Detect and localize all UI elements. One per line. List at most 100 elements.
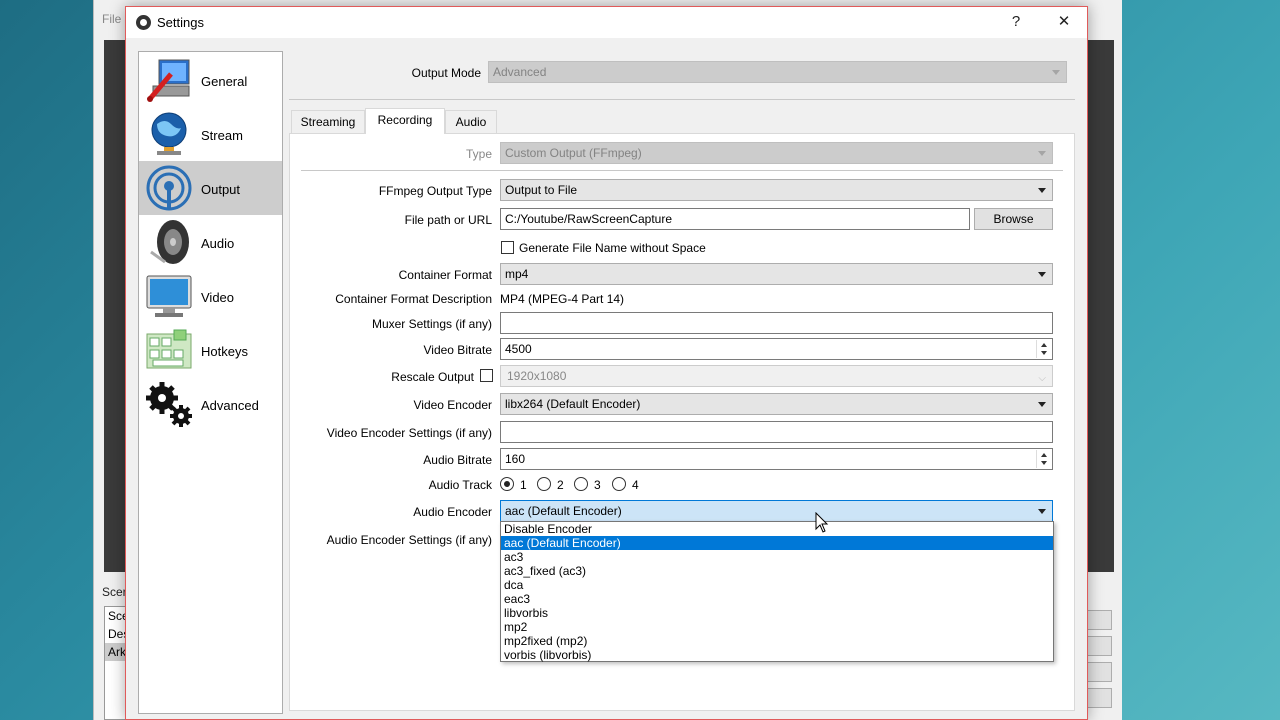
file-path-input[interactable]: C:/Youtube/RawScreenCapture	[500, 208, 970, 230]
side-button[interactable]	[1084, 636, 1112, 656]
help-button[interactable]: ?	[1001, 11, 1031, 33]
hotkeys-keyboard-icon	[146, 329, 192, 369]
output-mode-value: Advanced	[493, 65, 547, 79]
general-icon	[147, 59, 190, 102]
category-video[interactable]: Video	[139, 269, 282, 323]
stream-globe-icon	[151, 112, 187, 155]
rescale-output-checkbox[interactable]	[480, 369, 493, 382]
browse-button[interactable]: Browse	[974, 208, 1053, 230]
video-bitrate-input[interactable]: 4500	[500, 338, 1053, 360]
category-label: Output	[201, 182, 241, 197]
container-format-select[interactable]: mp4	[500, 263, 1053, 285]
dropdown-option-highlighted[interactable]: aac (Default Encoder)	[501, 536, 1053, 550]
close-button[interactable]: ✕	[1049, 11, 1079, 33]
audio-track-radio-1[interactable]	[500, 477, 514, 491]
category-label: Audio	[201, 236, 235, 251]
output-mode-label: Output Mode	[411, 66, 481, 80]
category-label: General	[201, 74, 248, 89]
chevron-down-icon	[1052, 70, 1060, 75]
audio-track-radio-2[interactable]	[537, 477, 551, 491]
ffmpeg-output-type-label: FFmpeg Output Type	[378, 184, 492, 198]
dropdown-option[interactable]: ac3_fixed (ac3)	[501, 564, 1053, 578]
audio-encoder-dropdown: Disable Encoder aac (Default Encoder) ac…	[500, 521, 1054, 662]
audio-speaker-icon	[150, 220, 189, 264]
obs-logo-icon	[136, 15, 151, 30]
video-encoder-value: libx264 (Default Encoder)	[505, 397, 641, 411]
menu-file[interactable]: File	[102, 12, 121, 26]
audio-track-option-label: 4	[632, 478, 639, 492]
dropdown-option[interactable]: ac3	[501, 550, 1053, 564]
rescale-output-select[interactable]: 1920x1080 ⌵	[500, 365, 1053, 387]
side-button[interactable]	[1084, 662, 1112, 682]
dropdown-option[interactable]: Disable Encoder	[501, 522, 1053, 536]
side-button[interactable]	[1084, 610, 1112, 630]
tab-streaming[interactable]: Streaming	[291, 110, 365, 133]
chevron-down-icon: ⌵	[1038, 373, 1046, 384]
container-format-value: mp4	[505, 267, 529, 281]
video-encoder-settings-input[interactable]	[500, 421, 1053, 443]
dropdown-option[interactable]: mp2fixed (mp2)	[501, 634, 1053, 648]
category-general[interactable]: General	[139, 53, 282, 107]
category-label: Stream	[201, 128, 243, 143]
generate-name-checkbox[interactable]	[501, 241, 514, 254]
audio-track-option-label: 2	[557, 478, 564, 492]
audio-bitrate-label: Audio Bitrate	[423, 453, 492, 467]
spinner-arrows-icon[interactable]	[1036, 450, 1051, 468]
chevron-down-icon	[1038, 272, 1046, 277]
side-button[interactable]	[1084, 688, 1112, 708]
settings-dialog: Settings ? ✕ General Stream Output Audio…	[125, 6, 1088, 720]
chevron-down-icon	[1038, 151, 1046, 156]
type-label: Type	[465, 147, 492, 161]
category-list: General Stream Output Audio Video Hotkey…	[138, 51, 283, 714]
tab-audio[interactable]: Audio	[445, 110, 497, 133]
dropdown-option[interactable]: vorbis (libvorbis)	[501, 648, 1053, 662]
rescale-output-label: Rescale Output	[391, 370, 474, 384]
muxer-settings-label: Muxer Settings (if any)	[371, 317, 492, 331]
audio-bitrate-input[interactable]: 160	[500, 448, 1053, 470]
video-encoder-settings-label: Video Encoder Settings (if any)	[326, 426, 492, 440]
category-stream[interactable]: Stream	[139, 107, 282, 161]
audio-track-radio-4[interactable]	[612, 477, 626, 491]
ffmpeg-output-type-value: Output to File	[505, 183, 578, 197]
divider	[301, 170, 1063, 171]
video-encoder-select[interactable]: libx264 (Default Encoder)	[500, 393, 1053, 415]
category-advanced[interactable]: Advanced	[139, 377, 282, 431]
mouse-cursor-icon	[815, 512, 829, 533]
category-label: Advanced	[201, 398, 259, 413]
chevron-down-icon	[1038, 509, 1046, 514]
category-label: Video	[201, 290, 235, 305]
divider	[289, 99, 1075, 100]
dropdown-option[interactable]: mp2	[501, 620, 1053, 634]
title-bar: Settings ? ✕	[126, 7, 1087, 38]
category-hotkeys[interactable]: Hotkeys	[139, 323, 282, 377]
category-audio[interactable]: Audio	[139, 215, 282, 269]
audio-track-radio-3[interactable]	[574, 477, 588, 491]
tab-recording[interactable]: Recording	[365, 108, 445, 134]
audio-bitrate-value: 160	[505, 452, 526, 466]
output-broadcast-icon	[146, 165, 192, 211]
ffmpeg-output-type-select[interactable]: Output to File	[500, 179, 1053, 201]
muxer-settings-input[interactable]	[500, 312, 1053, 334]
container-desc-value: MP4 (MPEG-4 Part 14)	[500, 292, 625, 306]
video-bitrate-label: Video Bitrate	[423, 343, 493, 357]
audio-track-option-label: 1	[520, 478, 527, 492]
container-format-label: Container Format	[398, 268, 492, 282]
output-mode-select[interactable]: Advanced	[488, 61, 1067, 83]
video-encoder-label: Video Encoder	[413, 398, 492, 412]
type-select[interactable]: Custom Output (FFmpeg)	[500, 142, 1053, 164]
dropdown-option[interactable]: dca	[501, 578, 1053, 592]
dialog-title: Settings	[157, 15, 204, 30]
file-path-label: File path or URL	[404, 213, 492, 227]
spinner-arrows-icon[interactable]	[1036, 340, 1051, 358]
audio-encoder-select[interactable]: aac (Default Encoder)	[500, 500, 1053, 522]
category-label: Hotkeys	[201, 344, 248, 359]
dropdown-option[interactable]: libvorbis	[501, 606, 1053, 620]
generate-name-label: Generate File Name without Space	[519, 241, 706, 255]
rescale-output-value: 1920x1080	[507, 369, 567, 383]
category-output[interactable]: Output	[139, 161, 282, 215]
audio-track-label: Audio Track	[428, 478, 492, 492]
video-monitor-icon	[146, 275, 192, 317]
chevron-down-icon	[1038, 188, 1046, 193]
audio-encoder-settings-label: Audio Encoder Settings (if any)	[326, 533, 492, 547]
dropdown-option[interactable]: eac3	[501, 592, 1053, 606]
